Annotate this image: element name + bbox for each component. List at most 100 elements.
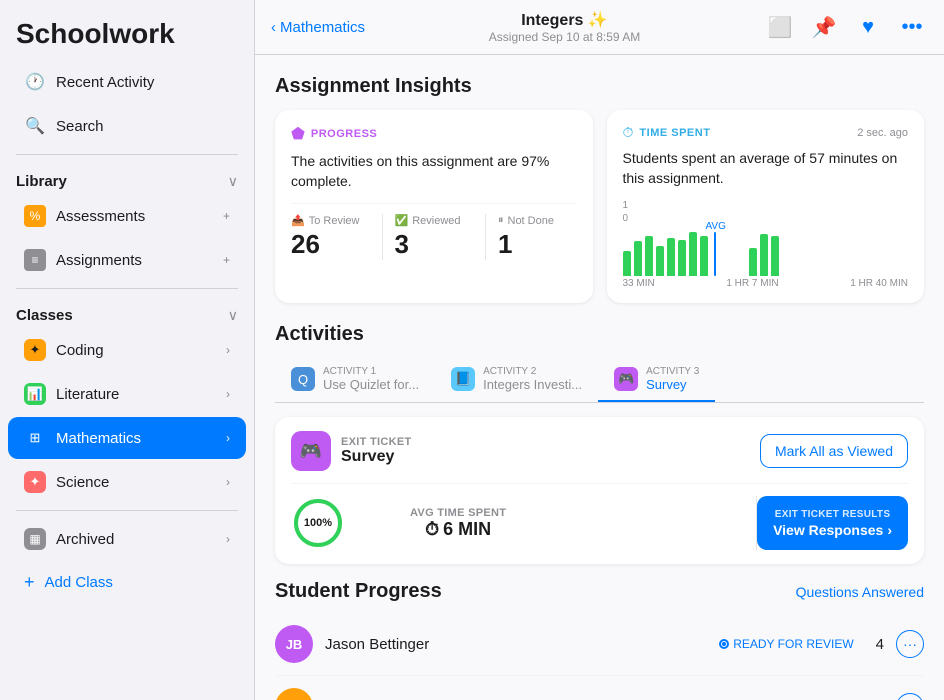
student-row-cb: CB Chella Boehm READY FOR REVIEW 4 ··· bbox=[275, 676, 924, 700]
sidebar-item-archived[interactable]: ▦ Archived › bbox=[8, 518, 246, 560]
sidebar-item-literature[interactable]: 📊 Literature › bbox=[8, 373, 246, 415]
ready-dot-jb bbox=[719, 639, 729, 649]
assessments-label: Assessments bbox=[56, 208, 213, 225]
divider2 bbox=[16, 288, 238, 289]
chart-label-3: 1 HR 40 MIN bbox=[850, 278, 908, 289]
tab-activity-2[interactable]: 📘 ACTIVITY 2 Integers Investi... bbox=[435, 358, 598, 402]
more-options-cb[interactable]: ··· bbox=[896, 693, 924, 700]
quizlet-tab-icon: Q bbox=[291, 367, 315, 391]
chevron-right-icon4: › bbox=[226, 532, 230, 546]
back-button[interactable]: ‹ Mathematics bbox=[271, 19, 365, 36]
progress-dot-icon: ⬟ bbox=[291, 124, 305, 144]
share-button[interactable]: ⬜ bbox=[764, 11, 796, 43]
bar-3 bbox=[645, 236, 653, 276]
reviewed-value: 3 bbox=[395, 229, 409, 260]
questions-answered-link[interactable]: Questions Answered bbox=[796, 584, 924, 600]
not-done-icon: ⏸ bbox=[498, 214, 504, 227]
bar-6 bbox=[678, 240, 686, 276]
sidebar-item-science[interactable]: ✦ Science › bbox=[8, 461, 246, 503]
mark-all-viewed-button[interactable]: Mark All as Viewed bbox=[760, 434, 908, 468]
avg-time-info: AVG TIME SPENT ⏱ 6 MIN bbox=[410, 507, 506, 540]
library-chevron[interactable]: ∨ bbox=[228, 173, 238, 190]
tab-activity-3[interactable]: 🎮 ACTIVITY 3 Survey bbox=[598, 358, 715, 402]
sidebar-item-search[interactable]: 🔍 Search bbox=[8, 105, 246, 147]
content-area: Assignment Insights ⬟ PROGRESS The activ… bbox=[255, 55, 944, 700]
book-tab-icon: 📘 bbox=[451, 367, 475, 391]
divider bbox=[16, 154, 238, 155]
tab-activity-1[interactable]: Q ACTIVITY 1 Use Quizlet for... bbox=[275, 358, 435, 402]
time-card-header: ⏱ TIME SPENT 2 sec. ago bbox=[623, 124, 909, 141]
sidebar-item-assessments[interactable]: % Assessments + bbox=[8, 195, 246, 237]
ready-status-jb: READY FOR REVIEW bbox=[733, 637, 853, 651]
heart-icon: ♥ bbox=[862, 16, 874, 39]
tab3-label: Survey bbox=[646, 377, 699, 392]
bar-10 bbox=[760, 234, 768, 276]
progress-description: The activities on this assignment are 97… bbox=[291, 152, 577, 191]
bar-9 bbox=[749, 248, 757, 276]
tab2-content: ACTIVITY 2 Integers Investi... bbox=[483, 366, 582, 392]
exit-ticket-text: EXIT TICKET Survey bbox=[341, 436, 412, 466]
bar-11 bbox=[771, 236, 779, 276]
recent-activity-icon: 🕐 bbox=[24, 71, 46, 93]
chart-label-2: 1 HR 7 MIN bbox=[726, 278, 778, 289]
bar-chart: AVG bbox=[623, 226, 909, 276]
app-title: Schoolwork bbox=[0, 0, 254, 60]
sidebar-science-label: Science bbox=[56, 474, 216, 491]
avg-time-number: 6 MIN bbox=[443, 519, 491, 540]
divider3 bbox=[16, 510, 238, 511]
tab2-number: ACTIVITY 2 bbox=[483, 366, 582, 377]
ready-badge-jb: READY FOR REVIEW bbox=[719, 637, 853, 651]
bar-2 bbox=[634, 241, 642, 276]
exit-ticket-card: 🎮 EXIT TICKET Survey Mark All as Viewed bbox=[275, 417, 924, 564]
tab2-label: Integers Investi... bbox=[483, 377, 582, 392]
clock-icon: ⏱ bbox=[425, 519, 439, 540]
add-class-item[interactable]: + Add Class bbox=[8, 562, 246, 603]
sidebar-item-label: Search bbox=[56, 118, 230, 135]
pin-button[interactable]: 📌 bbox=[808, 11, 840, 43]
activity-stat-left: 100% AVG TIME SPENT ⏱ 6 MIN bbox=[291, 496, 740, 550]
sidebar-item-mathematics[interactable]: ⊞ Mathematics › bbox=[8, 417, 246, 459]
chevron-right-active-icon: › bbox=[226, 431, 230, 445]
tab1-label: Use Quizlet for... bbox=[323, 377, 419, 392]
not-done-value: 1 bbox=[498, 229, 512, 260]
coding-icon: ✦ bbox=[24, 339, 46, 361]
sidebar-item-assignments[interactable]: ≡ Assignments + bbox=[8, 239, 246, 281]
sidebar-item-coding[interactable]: ✦ Coding › bbox=[8, 329, 246, 371]
chevron-right-icon: › bbox=[226, 343, 230, 357]
avg-text: AVG bbox=[706, 221, 726, 232]
time-card: ⏱ TIME SPENT 2 sec. ago Students spent a… bbox=[607, 110, 925, 303]
sidebar-item-label: Recent Activity bbox=[56, 74, 230, 91]
sidebar-item-recent-activity[interactable]: 🕐 Recent Activity bbox=[8, 61, 246, 103]
mathematics-icon: ⊞ bbox=[24, 427, 46, 449]
ellipsis-icon: ••• bbox=[901, 16, 922, 39]
avatar-jb: JB bbox=[275, 625, 313, 663]
literature-icon: 📊 bbox=[24, 383, 46, 405]
view-responses-button[interactable]: EXIT TICKET RESULTS View Responses › bbox=[757, 496, 908, 550]
reviewed-label: Reviewed bbox=[412, 215, 460, 227]
to-review-value: 26 bbox=[291, 229, 320, 260]
view-responses-label: EXIT TICKET RESULTS bbox=[775, 509, 891, 520]
favorite-button[interactable]: ♥ bbox=[852, 11, 884, 43]
student-name-jb: Jason Bettinger bbox=[325, 636, 707, 653]
more-options-jb[interactable]: ··· bbox=[896, 630, 924, 658]
search-icon: 🔍 bbox=[24, 115, 46, 137]
assessments-icon: % bbox=[24, 205, 46, 227]
student-score-jb: 4 bbox=[876, 636, 884, 653]
tab3-number: ACTIVITY 3 bbox=[646, 366, 699, 377]
science-icon: ✦ bbox=[24, 471, 46, 493]
stat-header-review: 📤 To Review bbox=[291, 214, 359, 227]
chart-x-labels: 33 MIN 1 HR 7 MIN 1 HR 40 MIN bbox=[623, 278, 909, 289]
chevron-right-icon2: › bbox=[226, 387, 230, 401]
to-review-label: To Review bbox=[309, 215, 360, 227]
progress-header: Student Progress Questions Answered bbox=[275, 580, 924, 603]
circle-pct: 100% bbox=[304, 517, 332, 529]
add-class-label: Add Class bbox=[45, 574, 113, 591]
exit-ticket-header: 🎮 EXIT TICKET Survey Mark All as Viewed bbox=[291, 431, 908, 471]
classes-chevron[interactable]: ∨ bbox=[228, 307, 238, 324]
topbar-center: Integers ✨ Assigned Sep 10 at 8:59 AM bbox=[377, 10, 752, 44]
student-progress-title: Student Progress bbox=[275, 580, 442, 603]
more-options-button[interactable]: ••• bbox=[896, 11, 928, 43]
chevron-right-icon5: › bbox=[887, 522, 892, 538]
pin-icon: 📌 bbox=[812, 15, 837, 40]
main-content: ‹ Mathematics Integers ✨ Assigned Sep 10… bbox=[255, 0, 944, 700]
